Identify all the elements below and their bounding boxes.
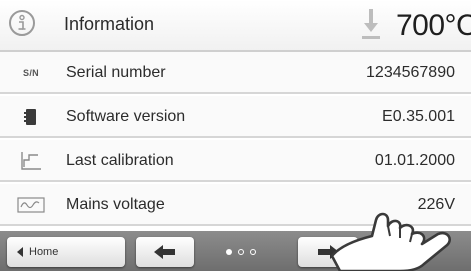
row-value: 01.01.2000 [374, 152, 455, 169]
header-bar: Information 700°C [0, 0, 471, 52]
info-screen: Information 700°C S/N Serial number 1234… [0, 0, 471, 271]
page-title: Information [64, 14, 155, 34]
pointing-hand-icon [330, 212, 451, 271]
chevron-left-icon [17, 247, 23, 257]
row-value: E0.35.001 [382, 108, 455, 125]
row-label: Mains voltage [66, 196, 165, 213]
sn-icon: S/N [16, 62, 46, 84]
calibration-curve-icon [16, 150, 46, 172]
row-label: Software version [66, 108, 186, 125]
info-row-software-version: Software version E0.35.001 [0, 96, 471, 138]
home-button-label: Home [29, 246, 59, 258]
row-value: 1234567890 [366, 64, 455, 81]
temperature-readout: 700°C [396, 9, 471, 42]
home-button[interactable]: Home [7, 237, 125, 267]
info-row-serial-number: S/N Serial number 1234567890 [0, 52, 471, 94]
mains-voltage-icon [16, 194, 46, 216]
arrow-left-icon [154, 245, 175, 259]
sn-icon-text: S/N [23, 68, 39, 78]
page-dot [238, 249, 244, 255]
info-icon [9, 10, 35, 36]
software-chip-icon [16, 106, 46, 128]
row-label: Last calibration [66, 152, 174, 169]
page-indicator [226, 249, 256, 255]
info-row-last-calibration: Last calibration 01.01.2000 [0, 140, 471, 182]
back-button[interactable] [136, 237, 194, 267]
temperature-arrow-icon [360, 7, 382, 46]
row-label: Serial number [66, 64, 166, 81]
page-dot-active [226, 249, 232, 255]
page-dot [250, 249, 256, 255]
